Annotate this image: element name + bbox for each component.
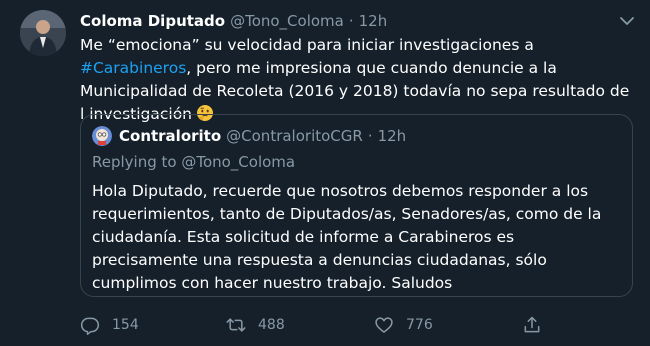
separator-dot: · bbox=[367, 127, 373, 145]
tweet-timestamp[interactable]: 12h bbox=[359, 12, 388, 30]
quoted-header: Contralorito @ContraloritoCGR · 12h bbox=[119, 125, 406, 147]
author-avatar[interactable] bbox=[20, 10, 66, 56]
like-count: 776 bbox=[406, 317, 433, 333]
reply-icon bbox=[80, 317, 100, 335]
author-handle[interactable]: @Tono_Coloma bbox=[230, 12, 344, 30]
author-name[interactable]: Coloma Diputado bbox=[80, 12, 225, 30]
tweet-actions: 154 488 776 bbox=[80, 313, 560, 337]
reply-button[interactable]: 154 bbox=[80, 313, 139, 337]
retweet-button[interactable]: 488 bbox=[226, 313, 285, 337]
quoted-author-name[interactable]: Contralorito bbox=[119, 127, 221, 145]
reply-count: 154 bbox=[112, 317, 139, 333]
retweet-icon bbox=[226, 318, 246, 332]
tweet-text: Me “emociona” su velocidad para iniciar … bbox=[80, 34, 635, 126]
separator-dot: · bbox=[348, 12, 354, 30]
share-button[interactable] bbox=[522, 313, 542, 337]
tweet-text-part1: Me “emociona” su velocidad para iniciar … bbox=[80, 36, 534, 54]
retweet-count: 488 bbox=[258, 317, 285, 333]
tweet-header: Coloma Diputado @Tono_Coloma · 12h bbox=[80, 10, 387, 32]
quoted-timestamp[interactable]: 12h bbox=[378, 127, 407, 145]
quoted-author-avatar[interactable] bbox=[92, 126, 112, 146]
hashtag-link[interactable]: #Carabineros bbox=[80, 59, 186, 77]
tweet: Coloma Diputado @Tono_Coloma · 12h Me “e… bbox=[0, 0, 650, 346]
heart-icon bbox=[375, 317, 393, 333]
chevron-down-icon[interactable] bbox=[618, 12, 636, 30]
share-icon bbox=[524, 316, 540, 333]
quoted-tweet[interactable]: Contralorito @ContraloritoCGR · 12h Repl… bbox=[80, 114, 633, 297]
quoted-author-handle[interactable]: @ContraloritoCGR bbox=[226, 127, 363, 145]
like-button[interactable]: 776 bbox=[374, 313, 433, 337]
replying-to: Replying to @Tono_Coloma bbox=[92, 153, 296, 171]
author-avatar-image bbox=[20, 10, 66, 56]
quoted-avatar-image bbox=[92, 126, 112, 146]
quoted-text: Hola Diputado, recuerde que nosotros deb… bbox=[92, 182, 602, 292]
